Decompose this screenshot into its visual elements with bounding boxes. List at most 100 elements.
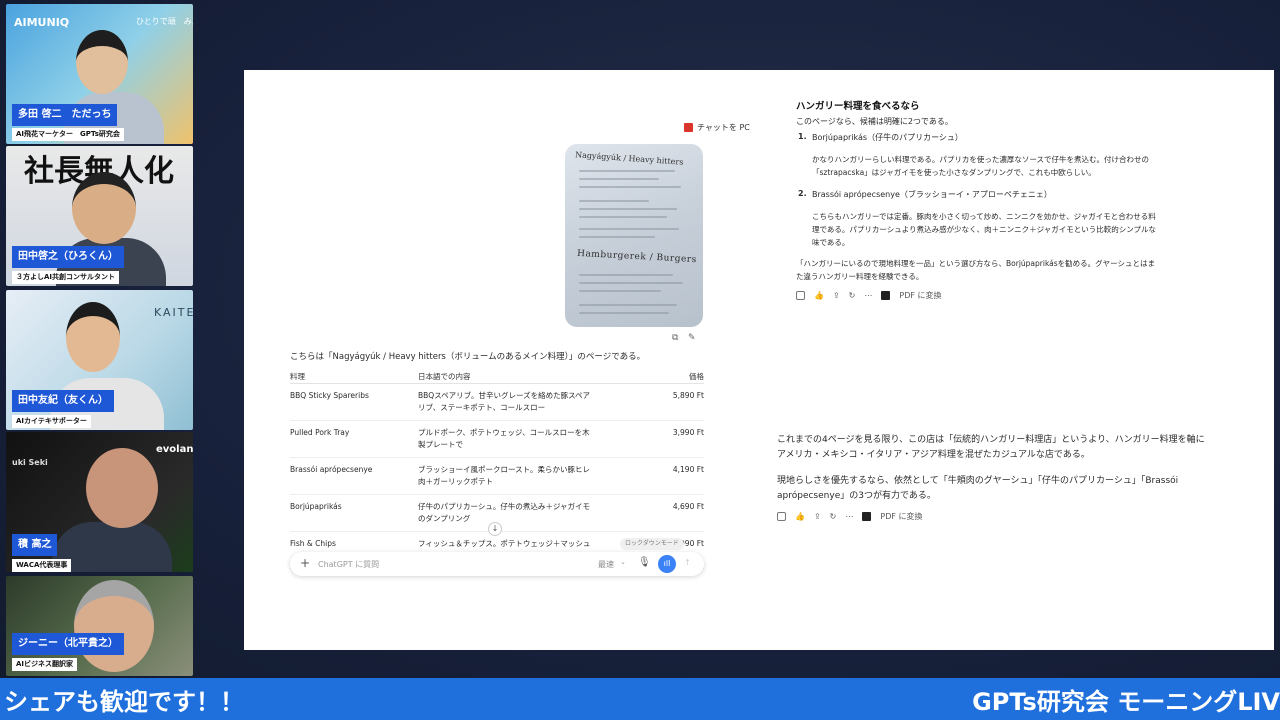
pdf-export-label: チャットを PC	[697, 123, 750, 132]
edit-icon[interactable]: ✎	[688, 333, 696, 343]
pdf-icon	[862, 512, 872, 521]
photo-header-text: Nagyágyúk / Heavy hitters	[574, 150, 684, 167]
pdf-convert-button[interactable]: PDF に変換	[880, 511, 922, 522]
ticker-left-text: シェアも歓迎です！！	[4, 688, 244, 716]
menu-photo[interactable]: Nagyágyúk / Heavy hitters Hamburgerek / …	[565, 144, 703, 327]
more-icon[interactable]: ⋯	[864, 291, 872, 300]
participant-role: WACA代表理事	[12, 559, 72, 572]
person-face	[86, 448, 158, 528]
participant-role: AI飛花マーケター GPTs研究会	[12, 128, 124, 141]
dish-name: Brassói aprópecsenye	[290, 457, 418, 495]
shared-screen-window: チャットを PC Nagyágyúk / Heavy hitters Hambu…	[244, 70, 1274, 650]
summary-text-4: aprópecsenye」の3つが有力である。	[777, 491, 936, 501]
pdf-convert-button[interactable]: PDF に変換	[899, 290, 941, 301]
summary-text-3: 現地らしさを優先するなら、依然として「牛頬肉のグヤーシュ」「仔牛のパプリカーシュ…	[777, 476, 1179, 486]
plus-icon[interactable]: +	[300, 556, 310, 570]
participant-tile-5: ジーニー（北平貴之） AIビジネス翻訳家	[6, 576, 193, 676]
microphone-icon[interactable]: 🎙	[638, 557, 651, 568]
photo-section-title: Hamburgerek / Burgers	[576, 248, 697, 266]
chat-conversation-left: チャットを PC Nagyágyúk / Heavy hitters Hambu…	[244, 70, 764, 650]
pdf-export-link[interactable]: チャットを PC	[684, 122, 750, 133]
brand-logo: AIMUNIQ	[14, 16, 70, 29]
dish-price: 4,690 Ft	[644, 494, 704, 532]
dish-description: 仔牛のパプリカーシュ。仔牛の煮込み＋ジャガイモ のダンプリング	[418, 494, 644, 532]
table-row: Pulled Pork Tray プルドポーク、ポテトウェッジ、コールスローを木…	[290, 420, 704, 458]
send-icon[interactable]: ↑	[684, 558, 691, 567]
participant-name: 積 高之	[12, 534, 58, 556]
tagline: ひとりで頑 みんなの	[136, 17, 193, 26]
person-face	[76, 30, 128, 94]
voice-mode-icon[interactable]: ıll	[658, 555, 676, 573]
dish-name: Borjúpaprikás	[290, 494, 418, 532]
summary-text-2: アメリカ・メキシコ・イタリア・アジア料理を混ぜたカジュアルな店である。	[777, 450, 1090, 460]
dish-name: BBQ Sticky Spareribs	[290, 383, 418, 421]
dish-price: 4,190 Ft	[644, 457, 704, 495]
participant-tile-3: KAITE 田中友紀（友くん） AIカイテキサポーター	[6, 290, 193, 430]
regenerate-icon[interactable]: ↻	[849, 291, 856, 300]
chat-input-bar[interactable]: + ChatGPT に質問 最速 ⌄ 🎙 ıll ↑	[290, 552, 704, 576]
participant-role: AIカイテキサポーター	[12, 415, 91, 428]
thumbs-icon[interactable]: 👍	[814, 291, 824, 300]
table-row: BBQ Sticky Spareribs BBQスペアリブ。甘辛いグレーズを絡め…	[290, 383, 704, 421]
background-banner-text: KAITE	[154, 306, 193, 319]
participant-tile-2: 社長無人化 田中啓之（ひろくん） ３方よしAI共創コンサルタント	[6, 146, 193, 286]
column-header-dish: 料理	[290, 370, 418, 384]
closing-text-1: 「ハンガリーにいるので現地料理を一品」という選び方なら、Borjúpapriká…	[796, 259, 1156, 268]
chevron-down-icon[interactable]: ⌄	[620, 558, 626, 566]
participant-name: 多田 啓二 ただっち	[12, 104, 118, 126]
pdf-icon	[684, 123, 693, 132]
share-icon[interactable]: ⇪	[814, 512, 821, 521]
list-item-body-1b: 「sztrapacska」はジャガイモを使った小さなダンプリングで、これも中欧ら…	[812, 168, 1096, 177]
copy-icon[interactable]	[777, 512, 786, 521]
brand-subtext: uki Seki	[12, 458, 48, 467]
model-selector[interactable]: 最速	[598, 559, 614, 570]
dish-price: 5,890 Ft	[644, 383, 704, 421]
response-actions-1: 👍 ⇪ ↻ ⋯ PDF に変換	[796, 290, 942, 301]
column-header-price: 価格	[644, 370, 704, 384]
table-header-row: 料理 日本語での内容 価格	[290, 370, 704, 384]
dish-price: 3,990 Ft	[644, 420, 704, 458]
participant-role: AIビジネス翻訳家	[12, 658, 78, 671]
table-row: Brassói aprópecsenye ブラッショーイ風ポークロースト。柔らか…	[290, 457, 704, 495]
participant-role: ３方よしAI共創コンサルタント	[12, 271, 120, 284]
dish-description: プルドポーク、ポテトウェッジ、コールスローを木 製プレートで	[418, 420, 644, 458]
dish-description: ブラッショーイ風ポークロースト。柔らかい豚ヒレ 肉＋ガーリックポテト	[418, 457, 644, 495]
dish-name: Pulled Pork Tray	[290, 420, 418, 458]
share-icon[interactable]: ⇪	[833, 291, 840, 300]
chat-response-right: ハンガリー料理を食べるなら このページなら、候補は明確に2つである。 1. Bo…	[764, 70, 1274, 650]
dish-description: BBQスペアリブ。甘辛いグレーズを絡めた豚スペア リブ、ステーキポテト、コールスロ…	[418, 383, 644, 421]
participant-name: 田中友紀（友くん）	[12, 390, 114, 412]
response-lead: このページなら、候補は明確に2つである。	[796, 117, 953, 126]
ticker-banner: シェアも歓迎です！！ GPTs研究会 モーニングLIV	[0, 678, 1280, 720]
more-icon[interactable]: ⋯	[845, 512, 853, 521]
list-number-1: 1.	[798, 132, 807, 141]
copy-icon[interactable]: ⧉	[672, 333, 678, 343]
pdf-icon	[881, 291, 891, 300]
response-actions-2: 👍 ⇪ ↻ ⋯ PDF に変換	[777, 511, 923, 522]
regenerate-icon[interactable]: ↻	[830, 512, 837, 521]
closing-text-2: た違うハンガリー料理を経験できる。	[796, 272, 924, 281]
brand-logo: evolan	[156, 444, 193, 455]
ticker-right-text: GPTs研究会 モーニングLIV	[972, 688, 1280, 716]
person-face	[66, 302, 120, 372]
scroll-down-button[interactable]: ↓	[488, 522, 502, 536]
list-item-body-1a: かなりハンガリーらしい料理である。パプリカを使った濃厚なソースで仔牛を煮込む。付…	[812, 155, 1150, 164]
list-item-body-2b: 理である。パプリカーシュより煮込み感が少なく、肉＋ニンニク＋ジャガイモという比較…	[812, 225, 1157, 234]
intro-text: こちらは「Nagyágyúk / Heavy hitters（ボリュームのあるメ…	[290, 352, 646, 362]
list-number-2: 2.	[798, 189, 807, 198]
list-item-title-1: Borjúpaprikás（仔牛のパプリカーシュ）	[812, 133, 963, 142]
summary-text-1: これまでの4ページを見る限り、この店は「伝統的ハンガリー料理店」というより、ハン…	[777, 435, 1205, 445]
copy-icon[interactable]	[796, 291, 805, 300]
person-face	[72, 172, 136, 244]
column-header-description: 日本語での内容	[418, 370, 644, 384]
response-heading: ハンガリー料理を食べるなら	[796, 101, 920, 112]
list-item-body-2a: こちらもハンガリーでは定番。豚肉を小さく切って炒め、ニンニクを効かせ、ジャガイモ…	[812, 212, 1156, 221]
thumbs-icon[interactable]: 👍	[795, 512, 805, 521]
list-item-body-2c: 味である。	[812, 238, 850, 247]
participant-tile-4: evolan uki Seki 積 高之 WACA代表理事	[6, 432, 193, 572]
participant-name: ジーニー（北平貴之）	[12, 633, 124, 655]
list-item-title-2: Brassói aprópecsenye（ブラッショーイ・アプローペチェニェ）	[812, 190, 1052, 199]
chat-input-placeholder[interactable]: ChatGPT に質問	[318, 559, 379, 570]
locked-mode-chip[interactable]: ロックダウンモード	[620, 538, 684, 550]
participant-tile-1: AIMUNIQ ひとりで頑 みんなの 多田 啓二 ただっち AI飛花マーケター …	[6, 4, 193, 144]
